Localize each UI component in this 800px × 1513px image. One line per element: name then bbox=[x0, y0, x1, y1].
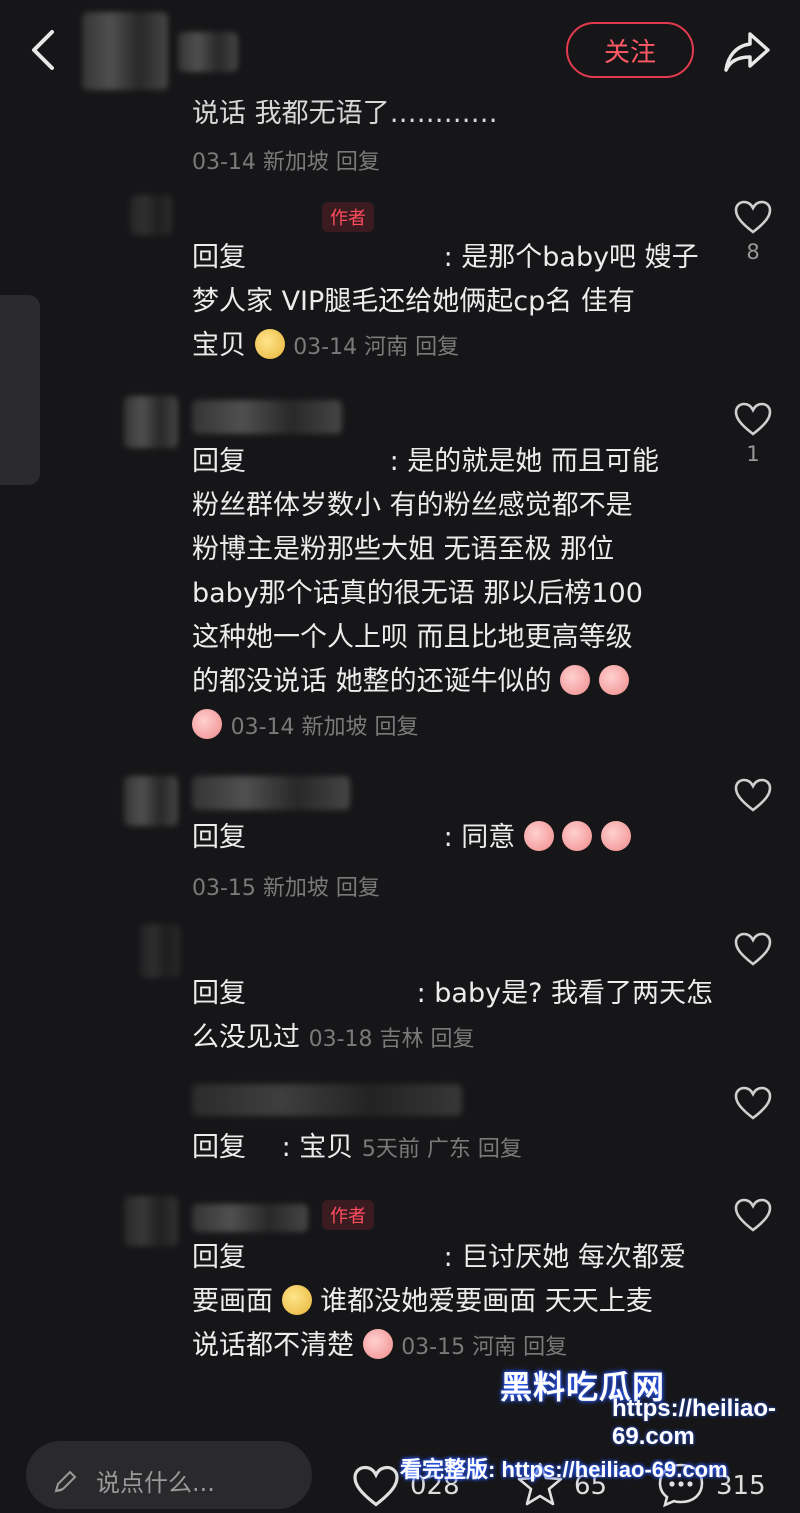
comment-placeholder: 说点什么... bbox=[96, 1469, 215, 1497]
follow-button[interactable]: 关注 bbox=[566, 22, 694, 78]
like-count: 8 bbox=[746, 240, 760, 264]
emoji-icon bbox=[601, 821, 632, 851]
username[interactable] bbox=[192, 776, 350, 810]
comment-text: 回复 : 是那个baby吧 嫂子 bbox=[192, 242, 699, 273]
username[interactable] bbox=[192, 400, 342, 434]
like-button[interactable] bbox=[730, 1086, 776, 1126]
emoji-icon bbox=[562, 821, 593, 851]
comment-text: 要画面 谁都没她爱要画面 天天上麦 bbox=[192, 1280, 692, 1324]
emoji-icon bbox=[362, 1329, 393, 1359]
comment-text: 么没见过 03-18 吉林 回复 bbox=[192, 1016, 692, 1062]
watermark-cta: 看完整版: https://heiliao-69.com bbox=[400, 1457, 728, 1482]
comment-meta[interactable]: 03-15 河南 回复 bbox=[401, 1335, 567, 1360]
comment-meta[interactable]: 03-18 吉林 回复 bbox=[309, 1027, 475, 1052]
username[interactable] bbox=[178, 32, 238, 72]
comment-item: 回复 : baby是? 我看了两天怎 么没见过 03-18 吉林 回复 bbox=[192, 972, 713, 1062]
heart-icon bbox=[734, 932, 772, 966]
heart-icon bbox=[734, 1198, 772, 1232]
heart-icon bbox=[734, 200, 772, 234]
avatar[interactable] bbox=[82, 12, 168, 90]
comment-meta-row: 03-14 新加坡 回复 bbox=[192, 704, 692, 750]
comment-text-part: 谁都没她爱要画面 天天上麦 bbox=[320, 1286, 653, 1317]
comment-text: 回复 : 是的就是她 而且可能 bbox=[192, 446, 659, 477]
emoji-icon bbox=[598, 665, 629, 695]
comment-text: baby那个话真的很无语 那以后榜100 bbox=[192, 578, 643, 609]
like-count: 1 bbox=[746, 442, 760, 466]
avatar[interactable] bbox=[130, 195, 172, 235]
comment-text: 回复 : 同意 bbox=[192, 816, 692, 860]
comment-text-body: 回复 : 同意 bbox=[192, 822, 516, 853]
comment-text-tail: 说话都不清楚 bbox=[192, 1330, 354, 1361]
watermark-url: https://heiliao-69.com bbox=[612, 1395, 776, 1450]
comment-text-tail: 的都没说话 她整的还诞牛似的 bbox=[192, 666, 552, 697]
comment-text: 粉博主是粉那些大姐 无语至极 那位 bbox=[192, 534, 615, 565]
comment-meta[interactable]: 03-14 新加坡 回复 bbox=[231, 715, 419, 740]
emoji-icon bbox=[192, 709, 222, 739]
comment-text-tail: 宝贝 bbox=[192, 330, 246, 361]
share-icon[interactable] bbox=[722, 28, 772, 74]
comment-text: 回复 : 宝贝 5天前 广东 回复 bbox=[192, 1126, 692, 1172]
like-button[interactable]: 1 bbox=[730, 402, 776, 466]
comment-item: 回复 : 宝贝 5天前 广东 回复 bbox=[192, 1126, 692, 1172]
comment-meta[interactable]: 03-14 河南 回复 bbox=[293, 335, 459, 360]
avatar[interactable] bbox=[124, 776, 178, 826]
author-badge: 作者 bbox=[322, 202, 374, 232]
heart-icon bbox=[734, 402, 772, 436]
comment-item: 回复 : 是的就是她 而且可能 粉丝群体岁数小 有的粉丝感觉都不是 粉博主是粉那… bbox=[192, 440, 692, 750]
like-button[interactable]: 8 bbox=[730, 200, 776, 264]
comment-meta[interactable]: 5天前 广东 回复 bbox=[362, 1137, 522, 1162]
emoji-icon bbox=[523, 821, 554, 851]
comment-text: 梦人家 VIP腿毛还给她俩起cp名 佳有 bbox=[192, 286, 635, 317]
emoji-icon bbox=[560, 665, 591, 695]
comment-item: 作者 回复 : 是那个baby吧 嫂子 梦人家 VIP腿毛还给她俩起cp名 佳有… bbox=[192, 200, 699, 370]
avatar[interactable] bbox=[140, 924, 180, 978]
back-icon[interactable] bbox=[22, 22, 66, 78]
like-button[interactable] bbox=[730, 932, 776, 972]
pencil-icon bbox=[54, 1470, 77, 1493]
avatar[interactable] bbox=[124, 396, 178, 448]
comment-item: 回复 : 同意 03-15 新加坡 回复 bbox=[192, 816, 692, 902]
heart-icon bbox=[734, 778, 772, 812]
comment-item: 作者 回复 : 巨讨厌她 每次都爱 要画面 谁都没她爱要画面 天天上麦 说话都不… bbox=[192, 1196, 692, 1370]
side-overlay bbox=[0, 295, 40, 485]
username[interactable] bbox=[192, 1084, 462, 1116]
comment-partial: 说话 我都无语了………… 03-14 新加坡 回复 bbox=[192, 92, 692, 176]
comment-text: 这种她一个人上呗 而且比地更高等级 bbox=[192, 622, 633, 653]
heart-icon[interactable] bbox=[352, 1465, 400, 1507]
comment-text: 宝贝 03-14 河南 回复 bbox=[192, 324, 692, 370]
top-bar: 关注 bbox=[0, 0, 800, 100]
like-button[interactable] bbox=[730, 778, 776, 818]
heart-icon bbox=[734, 1086, 772, 1120]
author-badge: 作者 bbox=[322, 1200, 374, 1230]
comment-text: 回复 : baby是? 我看了两天怎 bbox=[192, 978, 713, 1009]
comment-text: 粉丝群体岁数小 有的粉丝感觉都不是 bbox=[192, 490, 633, 521]
comment-text: 回复 : 巨讨厌她 每次都爱 bbox=[192, 1242, 686, 1273]
comment-meta[interactable]: 03-15 新加坡 回复 bbox=[192, 870, 692, 902]
emoji-icon bbox=[254, 329, 285, 359]
comment-text-part: 要画面 bbox=[192, 1286, 273, 1317]
like-button[interactable] bbox=[730, 1198, 776, 1238]
comment-text: 的都没说话 她整的还诞牛似的 bbox=[192, 660, 692, 704]
emoji-icon bbox=[281, 1285, 312, 1315]
comment-meta[interactable]: 03-14 新加坡 回复 bbox=[192, 144, 692, 176]
comment-text-body: 回复 : 宝贝 bbox=[192, 1132, 354, 1163]
comment-text-tail: 么没见过 bbox=[192, 1022, 300, 1053]
avatar[interactable] bbox=[124, 1196, 178, 1246]
